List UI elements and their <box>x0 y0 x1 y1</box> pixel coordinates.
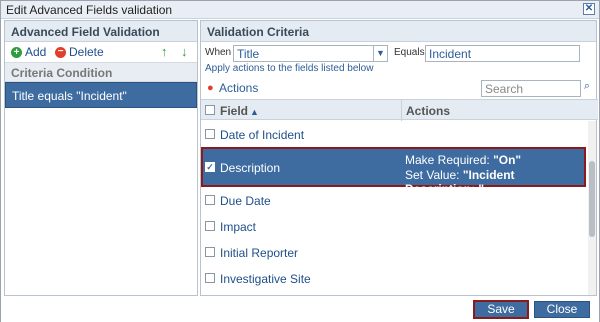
actions-toolbar: ● Actions Search ⌕ <box>201 77 598 99</box>
field-name: Impact <box>220 220 257 234</box>
table-row[interactable]: Impact <box>201 213 586 239</box>
delete-button[interactable]: − Delete <box>55 45 104 59</box>
field-name: Initial Reporter <box>220 246 299 260</box>
add-button[interactable]: + Add <box>11 45 46 59</box>
row-checkbox[interactable]: ✓ <box>205 162 215 172</box>
actions-menu-button[interactable]: Actions <box>219 81 258 95</box>
table-row[interactable]: Initial Reporter <box>201 239 586 265</box>
select-all-checkbox[interactable] <box>205 105 215 115</box>
row-checkbox[interactable] <box>205 129 215 139</box>
when-label: When <box>205 47 232 58</box>
scrollbar-thumb[interactable] <box>589 161 595 237</box>
search-input[interactable]: Search <box>481 80 581 97</box>
when-row: When Title ▼ Equals Incident <box>201 42 596 64</box>
left-panel-header: Advanced Field Validation <box>5 21 197 42</box>
table-row[interactable]: ✓ Description Make Required: "On" Set Va… <box>201 147 586 196</box>
field-name: Investigative Site <box>220 272 311 286</box>
when-select-value: Title <box>237 47 260 61</box>
validation-criteria-panel: Validation Criteria When Title ▼ Equals … <box>200 20 598 296</box>
field-column-header[interactable]: Field ▲ <box>220 104 259 118</box>
when-field-select[interactable]: Title ▼ <box>233 45 388 62</box>
table-row[interactable]: Investigative Site <box>201 265 586 291</box>
equals-label: Equals <box>394 47 425 58</box>
row-checkbox[interactable] <box>205 195 215 205</box>
row-checkbox[interactable] <box>205 221 215 231</box>
minus-icon: − <box>55 46 66 58</box>
dialog-titlebar: Edit Advanced Fields validation ✕ <box>1 1 599 19</box>
grid-scrollbar[interactable] <box>588 121 596 295</box>
move-down-icon[interactable]: ↓ <box>181 44 188 59</box>
move-up-icon[interactable]: ↑ <box>161 44 168 59</box>
apply-actions-hint: Apply actions to the fields listed below <box>205 63 374 74</box>
sort-asc-icon: ▲ <box>250 107 259 117</box>
delete-label: Delete <box>69 45 104 59</box>
table-row[interactable]: Due Date <box>201 187 586 213</box>
right-panel-header: Validation Criteria <box>201 21 596 42</box>
edit-advanced-fields-dialog: Edit Advanced Fields validation ✕ Advanc… <box>0 0 600 322</box>
row-checkbox[interactable] <box>205 247 215 257</box>
lightbulb-icon: ● <box>207 82 214 94</box>
close-icon[interactable]: ✕ <box>583 3 595 15</box>
search-icon[interactable]: ⌕ <box>581 80 593 97</box>
dialog-title: Edit Advanced Fields validation <box>6 3 173 17</box>
advanced-field-validation-panel: Advanced Field Validation + Add − Delete… <box>4 20 198 296</box>
actions-column-header: Actions <box>406 104 451 118</box>
plus-icon: + <box>11 46 22 58</box>
field-name: Date of Incident <box>220 128 305 142</box>
criteria-item[interactable]: Title equals "Incident" <box>5 82 197 108</box>
field-name: Description <box>220 161 281 175</box>
table-row[interactable]: Date of Incident <box>201 121 586 147</box>
equals-value-input[interactable]: Incident <box>425 45 580 62</box>
add-label: Add <box>25 45 47 59</box>
left-toolbar: + Add − Delete ↑ ↓ <box>5 42 197 62</box>
row-checkbox[interactable] <box>205 273 215 283</box>
criteria-condition-header: Criteria Condition <box>5 62 197 82</box>
fields-grid-body: Date of Incident ✓ Description Make Requ… <box>201 121 586 291</box>
field-name: Due Date <box>220 194 271 208</box>
action-make-required: Make Required: "On" <box>405 153 522 167</box>
save-button[interactable]: Save <box>473 300 529 319</box>
fields-grid-header: Field ▲ Actions <box>201 99 598 121</box>
close-button[interactable]: Close <box>534 301 590 318</box>
chevron-down-icon[interactable]: ▼ <box>373 46 387 61</box>
dialog-footer: Save Close <box>1 297 599 322</box>
